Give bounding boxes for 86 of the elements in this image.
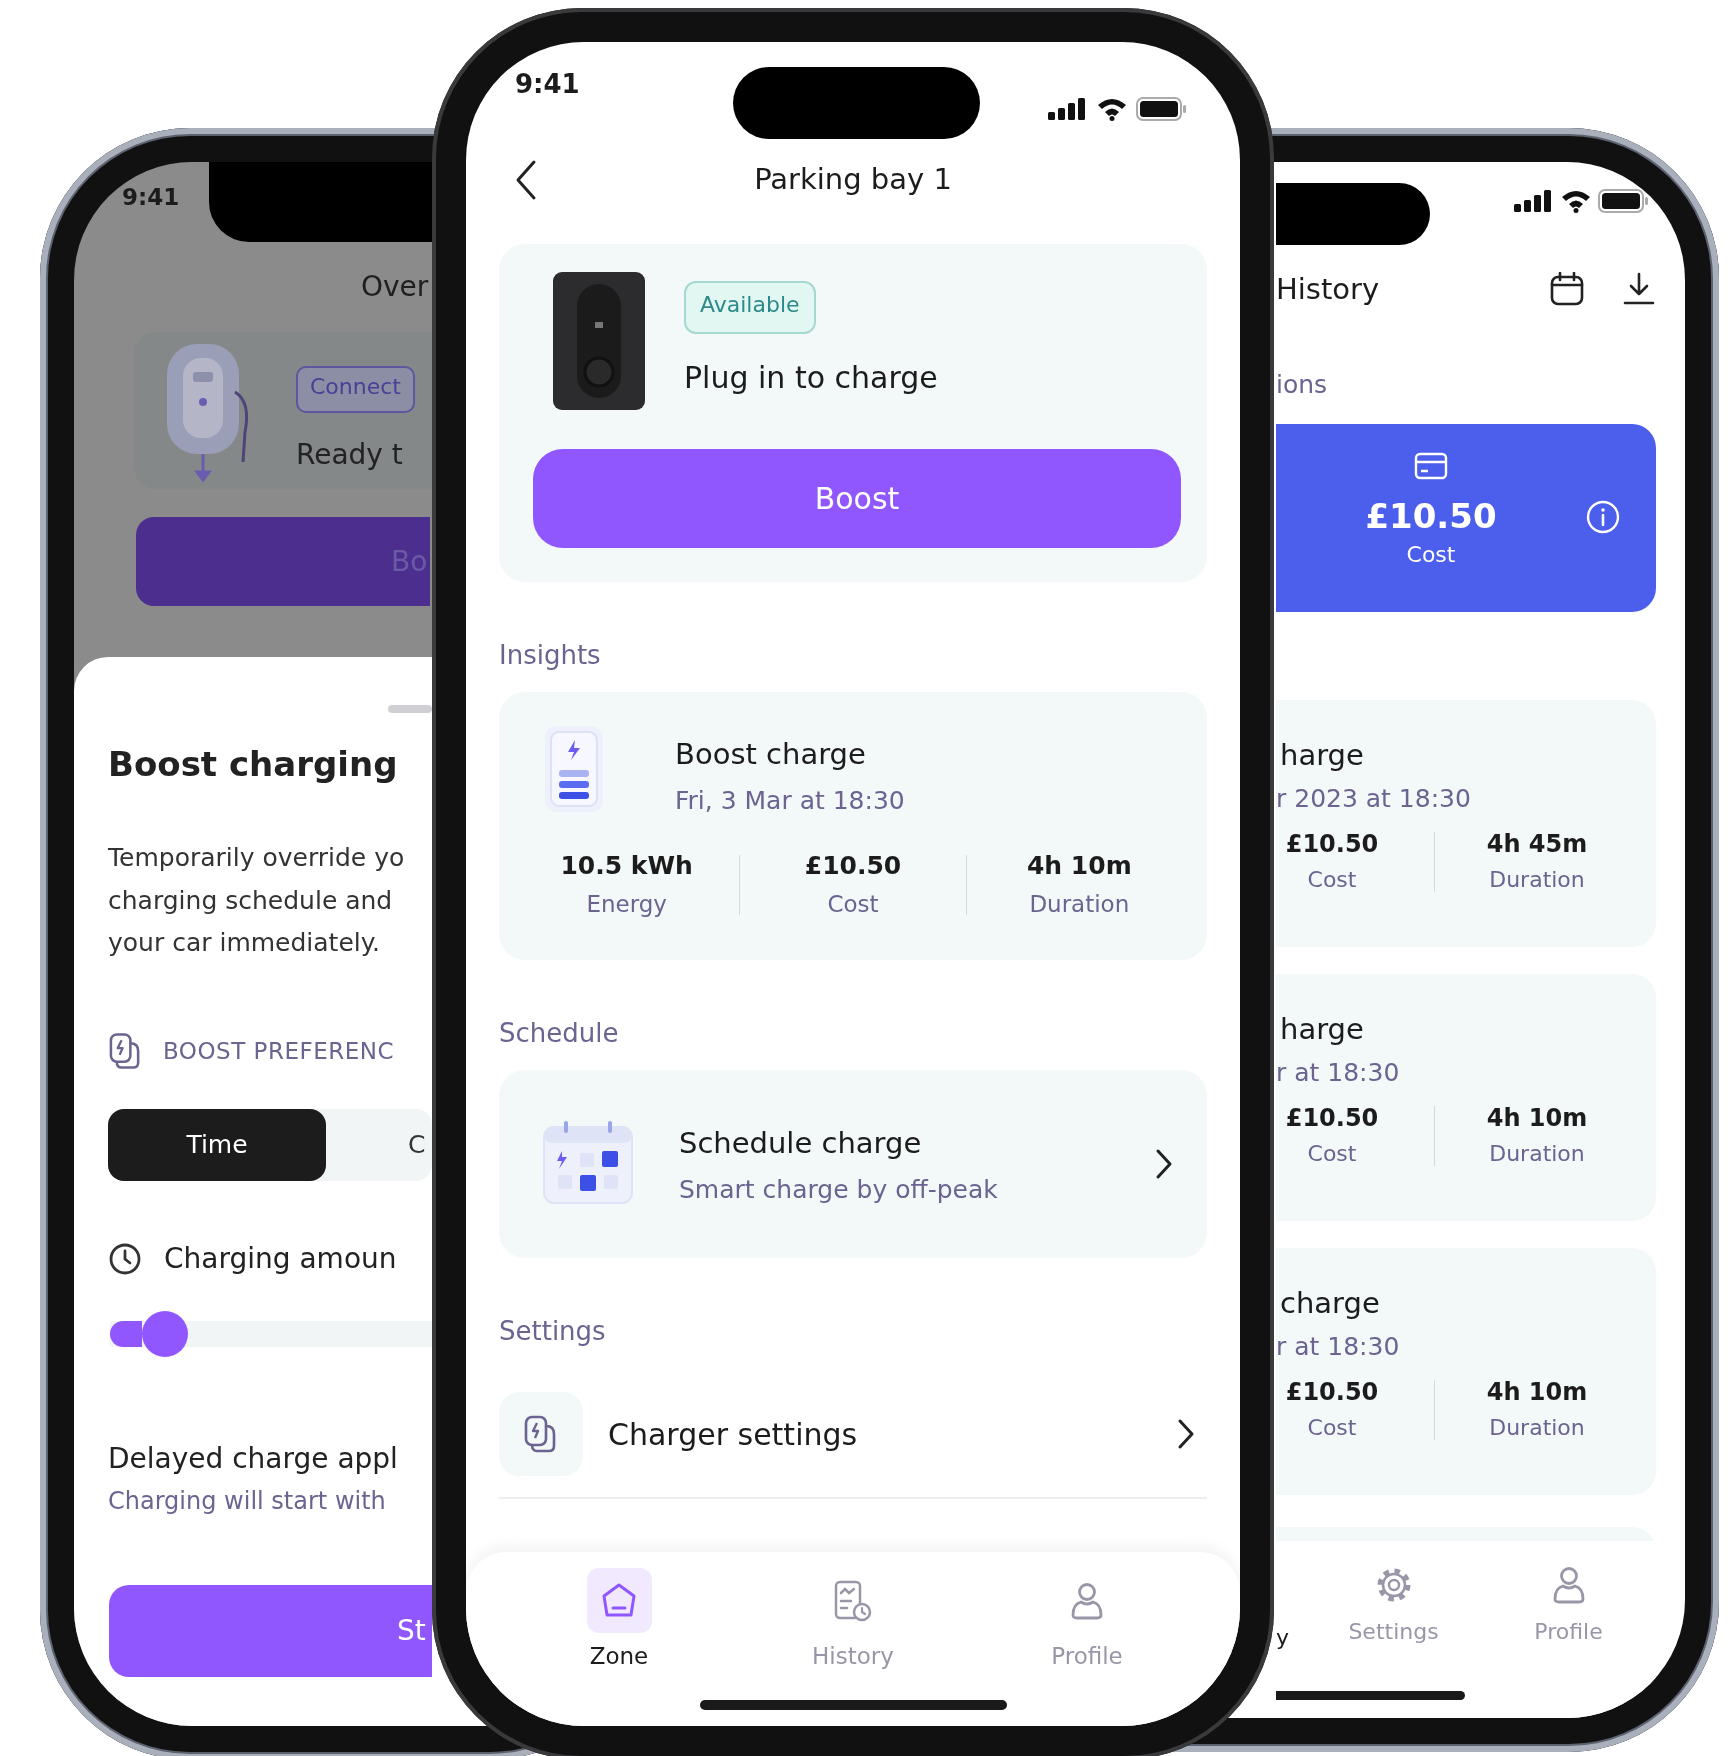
notice-title: Delayed charge appl xyxy=(108,1440,398,1477)
stat-value: £10.50 xyxy=(1284,829,1380,860)
battery-icon xyxy=(1598,189,1650,213)
download-icon[interactable] xyxy=(1622,272,1656,306)
stat-label: Cost xyxy=(1306,866,1358,894)
signal-icon xyxy=(1048,98,1088,120)
clock-icon xyxy=(108,1241,142,1276)
screen-title: Parking bay 1 xyxy=(754,162,952,196)
stat-label: Duration xyxy=(1488,1414,1586,1442)
card-title: Schedule charge xyxy=(679,1124,922,1161)
history-card[interactable]: harge r 2023 at 18:30 £10.50 Cost 4h 45m Duration xyxy=(1276,700,1656,947)
battery-icon xyxy=(1136,97,1188,121)
settings-row[interactable]: Charger settings xyxy=(499,1392,1207,1476)
slider-thumb[interactable] xyxy=(141,1310,188,1357)
stat-value: 4h 10m xyxy=(1025,850,1133,882)
chevron-right-icon xyxy=(1155,1148,1173,1180)
sheet-title: Boost charging xyxy=(108,743,398,786)
wifi-icon xyxy=(1096,97,1128,121)
stat-value: 4h 45m xyxy=(1485,829,1589,860)
card-subtitle: r 2023 at 18:30 xyxy=(1276,783,1471,815)
charger-status: Plug in to charge xyxy=(684,359,938,397)
stat-label: Duration xyxy=(1488,866,1586,894)
summary-label: Cost xyxy=(1406,541,1456,569)
stat-value: 4h 10m xyxy=(1485,1377,1589,1408)
segment-tab[interactable]: Time xyxy=(108,1108,326,1181)
signal-icon xyxy=(1514,190,1554,212)
section-heading: Schedule xyxy=(499,1017,619,1050)
stat-value: £10.50 xyxy=(1284,1103,1380,1134)
stat-value: 4h 10m xyxy=(1485,1103,1589,1134)
tab-item[interactable]: y xyxy=(1276,1565,1306,1653)
history-card[interactable]: harge r at 18:30 £10.50 Cost 4h 10m Duration xyxy=(1276,974,1656,1221)
segment-tab[interactable]: C xyxy=(326,1108,432,1181)
stat-value: £10.50 xyxy=(1284,1377,1380,1408)
stat-label: Cost xyxy=(1306,1140,1358,1168)
card-subtitle: r at 18:30 xyxy=(1276,1331,1400,1363)
status-time: 9:41 xyxy=(121,183,181,212)
wifi-icon xyxy=(1560,189,1592,213)
screen-title: Over xyxy=(361,270,429,304)
stat-label: Energy xyxy=(585,890,668,919)
card-title: Boost charge xyxy=(675,736,866,772)
stat-label: Duration xyxy=(1488,1140,1586,1168)
tab-label: Profile xyxy=(1534,1618,1603,1646)
sheet-description: Temporarily override yo charging schedule and your car immediately. xyxy=(108,842,405,959)
card-title: charge xyxy=(1279,1285,1380,1321)
section-subtitle: ions xyxy=(1276,370,1328,400)
tab-label: Settings xyxy=(1348,1618,1439,1646)
tab-label: History xyxy=(812,1642,894,1671)
stat-label: Duration xyxy=(1028,890,1131,919)
drag-handle[interactable] xyxy=(388,705,432,713)
slider-fill xyxy=(110,1320,142,1347)
card-title: harge xyxy=(1279,1011,1364,1047)
document-clock-icon xyxy=(833,1578,873,1623)
summary-value: £10.50 xyxy=(1365,495,1497,538)
card-subtitle: Fri, 3 Mar at 18:30 xyxy=(675,785,905,817)
stat-label: Cost xyxy=(826,890,880,919)
card-title: harge xyxy=(1279,737,1364,773)
card-subtitle: Smart charge by off-peak xyxy=(679,1173,998,1206)
section-heading: Settings xyxy=(499,1315,606,1348)
notice-text: Charging will start with xyxy=(108,1485,386,1517)
person-icon xyxy=(1069,1580,1105,1621)
boost-button[interactable]: Boost xyxy=(533,449,1181,548)
status-badge: Connect xyxy=(296,366,415,413)
schedule-card[interactable]: Schedule charge Smart charge by off-peak xyxy=(499,1070,1207,1258)
status-badge: Available xyxy=(684,281,816,334)
tab-item[interactable]: Zone xyxy=(502,1568,736,1726)
status-time: 9:41 xyxy=(515,69,581,99)
stat-value: 10.5 kWh xyxy=(559,850,694,882)
setting-label: Charging amoun xyxy=(164,1242,397,1275)
stat-label: Cost xyxy=(1306,1414,1358,1442)
back-button[interactable] xyxy=(514,159,538,201)
stat-value: £10.50 xyxy=(803,850,903,882)
chevron-right-icon xyxy=(1177,1418,1195,1450)
screen-title: History xyxy=(1276,272,1381,306)
section-heading: Insights xyxy=(499,639,601,672)
tab-label: Zone xyxy=(589,1642,649,1671)
calendar-icon[interactable] xyxy=(1550,272,1584,306)
row-label: Charger settings xyxy=(608,1416,859,1452)
tab-label: Profile xyxy=(1051,1642,1123,1671)
card-icon xyxy=(1414,452,1448,480)
section-label: BOOST PREFERENC xyxy=(163,1037,394,1064)
tab-label: y xyxy=(1276,1624,1290,1652)
card-subtitle: r at 18:30 xyxy=(1276,1057,1400,1089)
status-text: Ready t xyxy=(296,437,403,473)
start-button[interactable]: St xyxy=(109,1584,432,1677)
info-icon[interactable] xyxy=(1586,500,1620,534)
history-card[interactable]: charge r at 18:30 £10.50 Cost 4h 10m Duration xyxy=(1276,1248,1656,1495)
